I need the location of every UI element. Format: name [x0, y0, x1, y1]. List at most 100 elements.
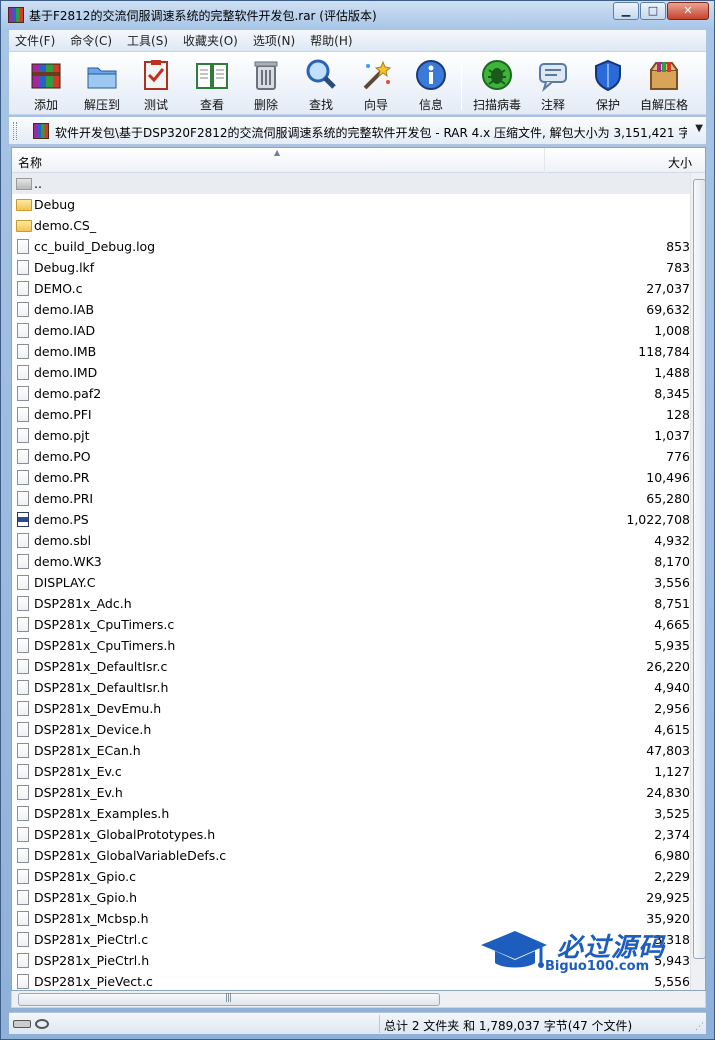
file-row[interactable]: demo.PRI 65,280: [12, 488, 690, 509]
archive-path[interactable]: 软件开发包\基于DSP320F2812的交流伺服调速系统的完整软件开发包 - R…: [55, 124, 687, 141]
file-row[interactable]: demo.sbl 4,932: [12, 530, 690, 551]
add-button[interactable]: 添加: [19, 54, 73, 114]
menu-commands[interactable]: 命令(C): [70, 32, 112, 49]
test-button[interactable]: 测试: [129, 54, 183, 114]
file-icon: [17, 428, 29, 443]
virus-scan-button[interactable]: 扫描病毒: [470, 54, 524, 114]
add-archive-icon: [31, 63, 61, 89]
name-column-header[interactable]: 名称 ▲: [12, 148, 545, 173]
status-icons: [13, 1018, 53, 1030]
comment-button[interactable]: 注释: [526, 54, 580, 114]
file-size: 853: [666, 239, 690, 254]
disk-icon[interactable]: [13, 1020, 31, 1028]
vertical-scroll-thumb[interactable]: [693, 179, 705, 959]
wizard-button[interactable]: 向导: [349, 54, 403, 114]
horizontal-scroll-thumb[interactable]: |||: [18, 993, 440, 1006]
file-row[interactable]: demo.IAD 1,008: [12, 320, 690, 341]
size-column-header[interactable]: 大小: [546, 148, 705, 173]
file-row[interactable]: demo.PFI 128: [12, 404, 690, 425]
status-bar: 总计 2 文件夹 和 1,789,037 字节(47 个文件) ⋰: [9, 1012, 706, 1034]
file-name: DSP281x_Gpio.h: [34, 890, 138, 905]
virus-scan-icon: [482, 60, 512, 90]
file-name: DSP281x_Adc.h: [34, 596, 132, 611]
file-row[interactable]: demo.PS 1,022,708: [12, 509, 690, 530]
file-row[interactable]: DEMO.c 27,037: [12, 278, 690, 299]
key-icon[interactable]: [35, 1019, 49, 1029]
file-name: DSP281x_Ev.c: [34, 764, 122, 779]
file-size: 8,751: [654, 596, 690, 611]
menu-help[interactable]: 帮助(H): [310, 32, 352, 49]
close-button[interactable]: ✕: [667, 2, 709, 20]
file-row[interactable]: DSP281x_DevEmu.h 2,956: [12, 698, 690, 719]
file-row[interactable]: demo.pjt 1,037: [12, 425, 690, 446]
file-size: 47,803: [646, 743, 690, 758]
info-button[interactable]: 信息: [404, 54, 458, 114]
size-column-label: 大小: [668, 156, 693, 170]
file-row[interactable]: cc_build_Debug.log 853: [12, 236, 690, 257]
horizontal-scrollbar[interactable]: |||: [11, 991, 706, 1008]
menu-favorites[interactable]: 收藏夹(O): [183, 32, 238, 49]
status-separator: [379, 1015, 380, 1033]
file-row[interactable]: demo.PR 10,496: [12, 467, 690, 488]
file-icon: [17, 743, 29, 758]
file-row[interactable]: DSP281x_Ev.h 24,830: [12, 782, 690, 803]
file-row[interactable]: demo.PO 776: [12, 446, 690, 467]
winrar-app-icon[interactable]: [8, 7, 24, 23]
view-button[interactable]: 查看: [185, 54, 239, 114]
extract-to-button[interactable]: 解压到: [75, 54, 129, 114]
file-size: 8,170: [654, 554, 690, 569]
file-row[interactable]: DSP281x_Gpio.h 29,925: [12, 887, 690, 908]
file-row[interactable]: DSP281x_Adc.h 8,751: [12, 593, 690, 614]
file-row[interactable]: demo.CS_: [12, 215, 690, 236]
file-icon: [17, 344, 29, 359]
file-row[interactable]: DSP281x_Device.h 4,615: [12, 719, 690, 740]
minimize-button[interactable]: ▁: [613, 2, 639, 20]
file-row[interactable]: DSP281x_Gpio.c 2,229: [12, 866, 690, 887]
file-icon: [17, 365, 29, 380]
vertical-scrollbar[interactable]: [690, 173, 705, 990]
path-dropdown-icon[interactable]: ▼: [695, 123, 703, 134]
file-row[interactable]: DSP281x_Examples.h 3,525: [12, 803, 690, 824]
file-row[interactable]: ..: [12, 173, 690, 194]
file-row[interactable]: DSP281x_GlobalPrototypes.h 2,374: [12, 824, 690, 845]
file-size: 3,556: [654, 575, 690, 590]
file-name: demo.PR: [34, 470, 90, 485]
file-size: 5,935: [654, 638, 690, 653]
file-row[interactable]: demo.WK3 8,170: [12, 551, 690, 572]
menu-file[interactable]: 文件(F): [15, 32, 55, 49]
file-row[interactable]: demo.IAB 69,632: [12, 299, 690, 320]
protect-button[interactable]: 保护: [581, 54, 635, 114]
file-icon: [17, 323, 29, 338]
file-size: 27,037: [646, 281, 690, 296]
file-icon: [17, 869, 29, 884]
resize-grip-icon[interactable]: ⋰: [695, 1022, 704, 1032]
title-bar[interactable]: 基于F2812的交流伺服调速系统的完整软件开发包.rar (评估版本) ▁ □ …: [1, 1, 714, 29]
file-row[interactable]: DSP281x_DefaultIsr.h 4,940: [12, 677, 690, 698]
file-icon: [17, 932, 29, 947]
name-column-label: 名称: [18, 156, 43, 170]
file-row[interactable]: Debug.lkf 783: [12, 257, 690, 278]
menu-tools[interactable]: 工具(S): [127, 32, 168, 49]
file-name: demo.PS: [34, 512, 89, 527]
file-row[interactable]: demo.paf2 8,345: [12, 383, 690, 404]
file-size: 783: [666, 260, 690, 275]
file-row[interactable]: Debug: [12, 194, 690, 215]
file-row[interactable]: DSP281x_CpuTimers.h 5,935: [12, 635, 690, 656]
menu-options[interactable]: 选项(N): [253, 32, 295, 49]
toolbar-grip-handle[interactable]: [13, 122, 17, 140]
file-icon: [17, 596, 29, 611]
file-row[interactable]: demo.IMB 118,784: [12, 341, 690, 362]
file-row[interactable]: DSP281x_GlobalVariableDefs.c 6,980: [12, 845, 690, 866]
find-button[interactable]: 查找: [294, 54, 348, 114]
sfx-button[interactable]: 自解压格: [637, 54, 691, 114]
file-row[interactable]: DSP281x_CpuTimers.c 4,665: [12, 614, 690, 635]
maximize-button[interactable]: □: [640, 2, 666, 20]
file-row[interactable]: DSP281x_Ev.c 1,127: [12, 761, 690, 782]
extract-to-icon: [87, 67, 117, 89]
file-row[interactable]: DISPLAY.C 3,556: [12, 572, 690, 593]
file-name: DSP281x_Gpio.c: [34, 869, 136, 884]
file-row[interactable]: DSP281x_ECan.h 47,803: [12, 740, 690, 761]
delete-button[interactable]: 删除: [239, 54, 293, 114]
file-row[interactable]: demo.IMD 1,488: [12, 362, 690, 383]
file-row[interactable]: DSP281x_DefaultIsr.c 26,220: [12, 656, 690, 677]
